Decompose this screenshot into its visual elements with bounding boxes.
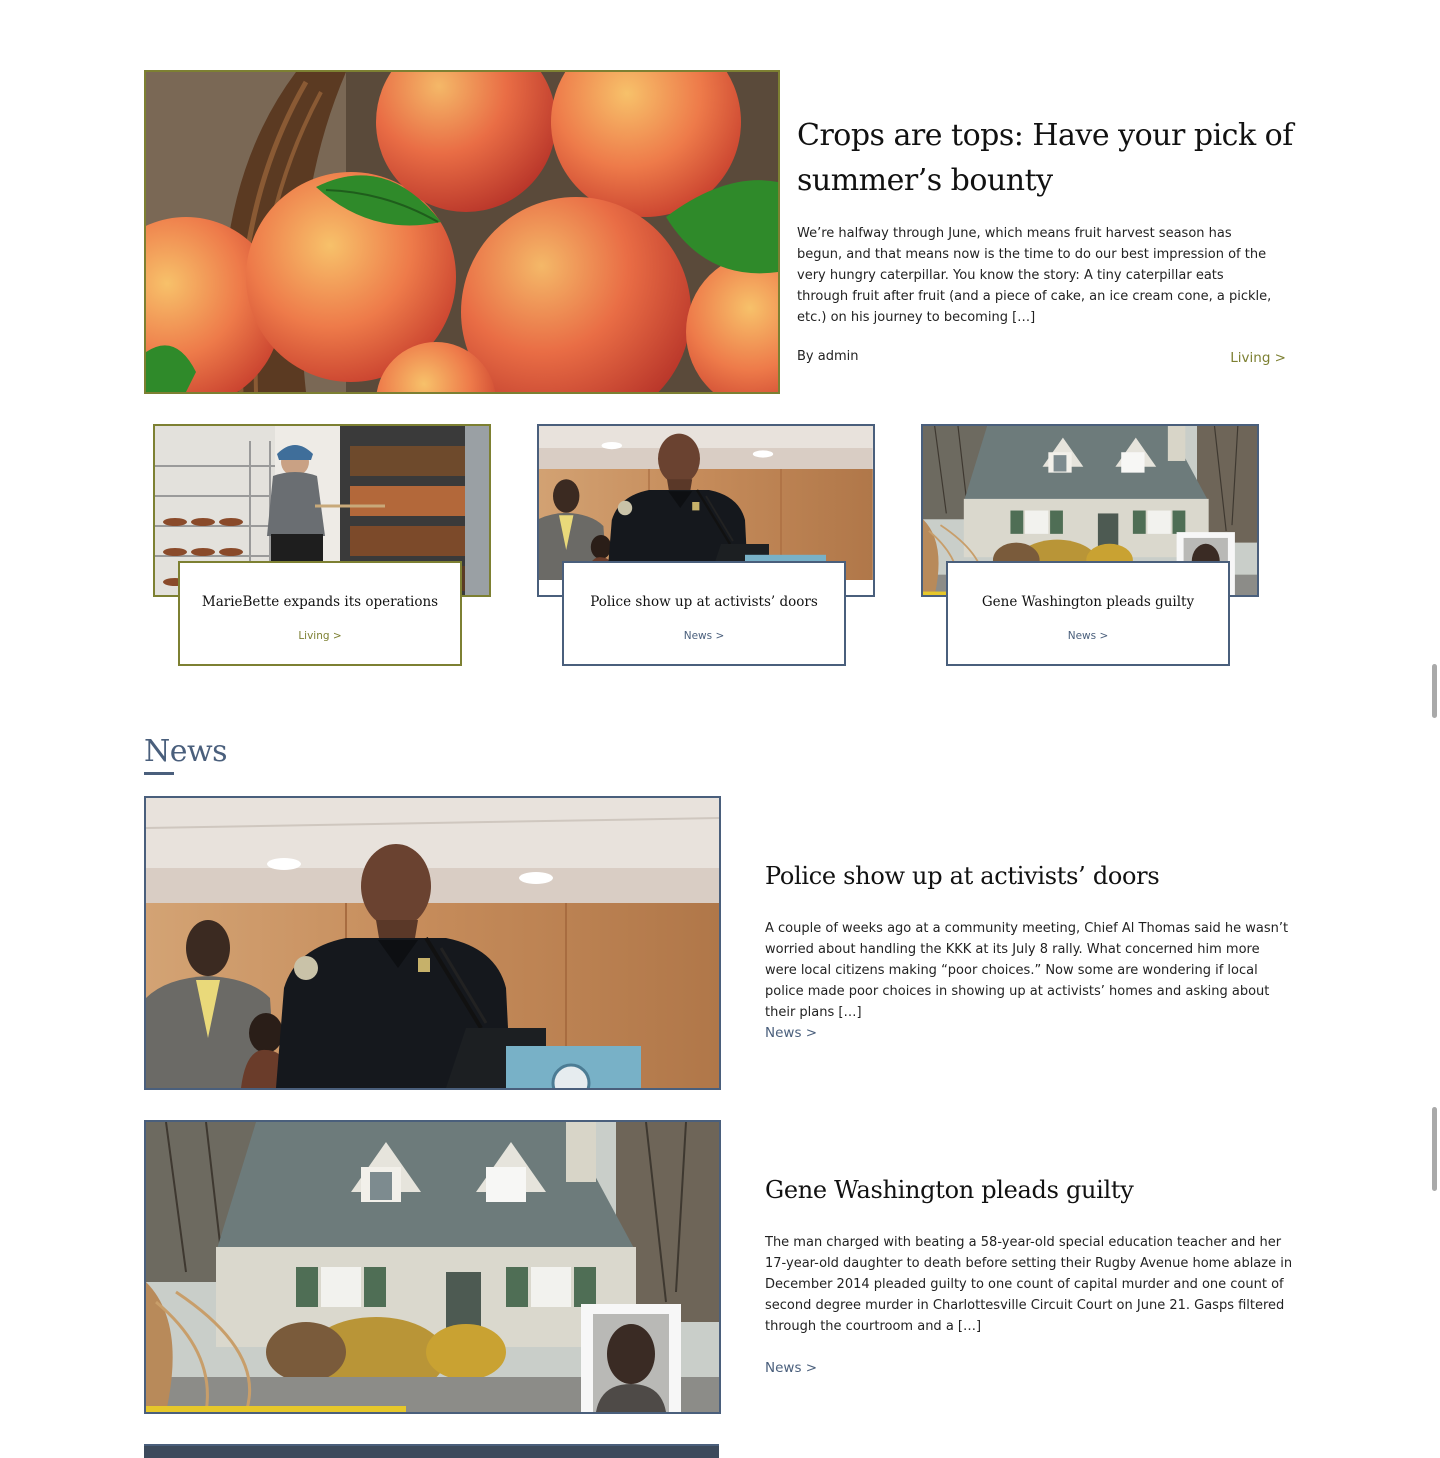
news-title-police[interactable]: Police show up at activists’ doors	[765, 862, 1305, 890]
scrollbar-thumb[interactable]	[1432, 664, 1437, 718]
news-image-washington[interactable]	[144, 1120, 721, 1414]
featured-image[interactable]	[144, 70, 780, 394]
card-title[interactable]: Gene Washington pleads guilty	[948, 594, 1228, 610]
news-excerpt-washington: The man charged with beating a 58-year-o…	[765, 1235, 1293, 1334]
news-category-link[interactable]: News >	[765, 1025, 817, 1041]
card-police[interactable]: Police show up at activists’ doors News …	[562, 561, 846, 666]
scrollbar-thumb[interactable]	[1432, 1107, 1437, 1191]
card-washington[interactable]: Gene Washington pleads guilty News >	[946, 561, 1230, 666]
card-category-link[interactable]: News >	[564, 630, 844, 642]
featured-author: By admin	[797, 349, 859, 364]
news-image-police[interactable]	[144, 796, 721, 1090]
card-title[interactable]: MarieBette expands its operations	[180, 594, 460, 610]
card-title[interactable]: Police show up at activists’ doors	[564, 594, 844, 610]
featured-category-link[interactable]: Living >	[1180, 350, 1286, 366]
news-section-heading[interactable]: News	[144, 734, 228, 769]
news-category-link[interactable]: News >	[765, 1360, 817, 1376]
featured-excerpt: We’re halfway through June, which means …	[797, 226, 1272, 325]
featured-title[interactable]: Crops are tops: Have your pick of summer…	[797, 113, 1297, 203]
news-title-washington[interactable]: Gene Washington pleads guilty	[765, 1176, 1305, 1204]
card-category-link[interactable]: Living >	[180, 630, 460, 642]
card-category-link[interactable]: News >	[948, 630, 1228, 642]
heading-underline	[144, 772, 174, 775]
news-excerpt-police: A couple of weeks ago at a community mee…	[765, 921, 1289, 1020]
card-mariebette[interactable]: MarieBette expands its operations Living…	[178, 561, 462, 666]
